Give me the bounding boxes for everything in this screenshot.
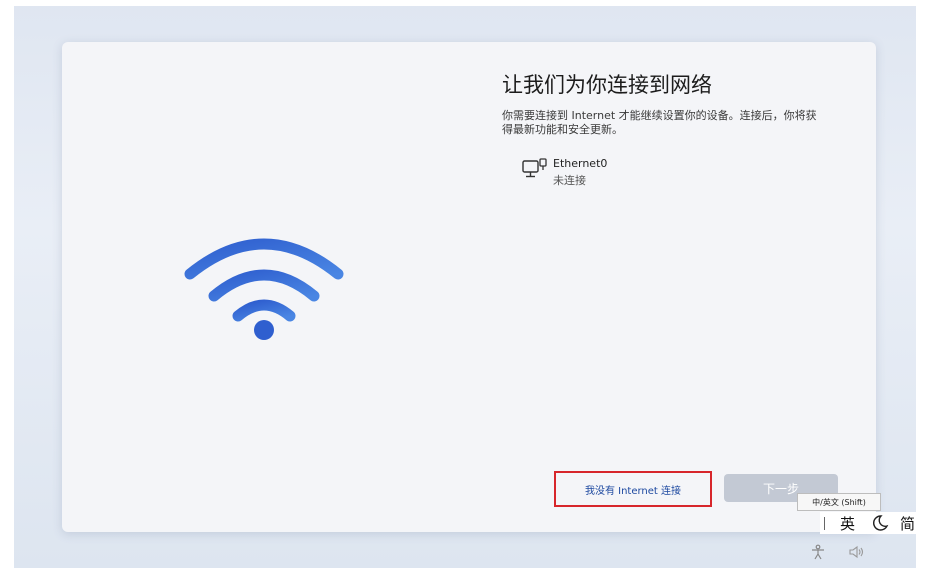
screenshot-frame-top [0,0,926,6]
page-description: 你需要连接到 Internet 才能继续设置你的设备。连接后，你将获得最新功能和… [502,109,817,136]
ime-language-toggle[interactable]: 英 [840,513,855,534]
network-item-ethernet[interactable]: Ethernet0 未连接 [522,157,662,188]
no-internet-button[interactable]: 我没有 Internet 连接 [554,471,712,507]
ime-tooltip: 中/英文 (Shift) [797,493,881,511]
wifi-icon [184,238,344,340]
network-status: 未连接 [553,174,586,187]
ime-toolbar: 英 简 [820,512,926,534]
setup-card: 让我们为你连接到网络 你需要连接到 Internet 才能继续设置你的设备。连接… [62,42,876,532]
accessibility-icon[interactable] [810,544,826,560]
ethernet-monitor-icon [522,158,547,178]
network-name: Ethernet0 [553,157,608,170]
screenshot-frame-left [0,0,14,568]
ime-divider [824,517,825,530]
screenshot-frame-right [916,0,926,568]
ime-script-toggle[interactable]: 简 [900,513,915,534]
volume-icon[interactable] [848,544,866,560]
half-moon-icon[interactable] [872,514,890,532]
page-title: 让我们为你连接到网络 [502,73,712,97]
